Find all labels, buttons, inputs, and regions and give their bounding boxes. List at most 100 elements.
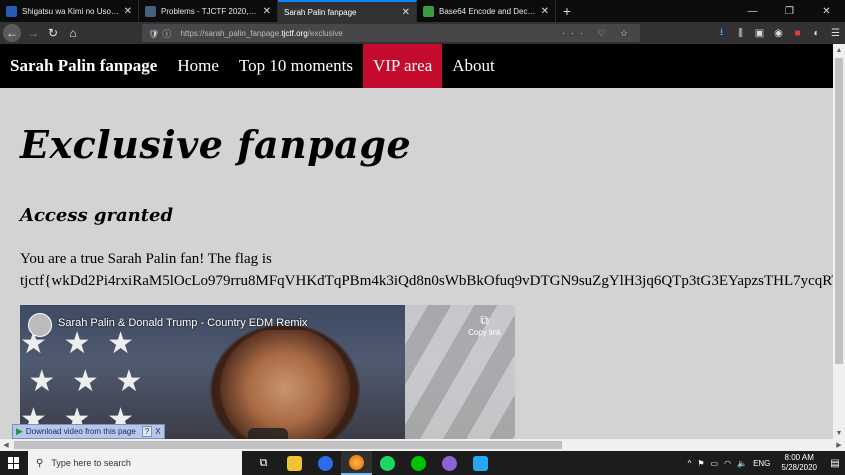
browser-tab-3[interactable]: Sarah Palin fanpage ✕ <box>278 0 417 22</box>
menu-icon[interactable]: ☰ <box>826 28 845 39</box>
extension-icon[interactable]: ■ <box>788 28 807 39</box>
new-tab-button[interactable]: + <box>556 0 578 22</box>
url-prefix: https://sarah_palin_fanpage. <box>180 28 282 38</box>
nav-about[interactable]: About <box>442 44 505 88</box>
tab-title: Sarah Palin fanpage <box>284 7 357 17</box>
signal-icon[interactable] <box>310 451 341 475</box>
tab-title: Problems - TJCTF 2020, High Sc <box>161 6 259 16</box>
home-icon[interactable]: ⌂ <box>63 23 83 43</box>
nav-home[interactable]: Home <box>167 44 229 88</box>
download-icon[interactable]: ⭳ <box>712 25 731 42</box>
system-tray: ^ ⚑ ▭ ◠ 🔈 ENG 8:00 AM 5/28/2020 ▤ <box>685 453 845 473</box>
sidebar-icon[interactable]: ▣ <box>750 28 769 39</box>
tab-title: Base64 Encode and Decode - O <box>439 6 537 16</box>
scroll-left-icon[interactable]: ◀ <box>0 439 12 451</box>
play-arrow-icon: ▶ <box>16 426 23 436</box>
close-icon[interactable]: ✕ <box>402 7 410 18</box>
flag-text: tjctf{wkDd2Pi4rxiRaM5lOcLo979rru8MFqVHKd… <box>20 273 833 289</box>
play-button[interactable] <box>248 428 288 439</box>
messenger-icon[interactable] <box>434 451 465 475</box>
browser-toolbar: ← → ↻ ⌂ 🛡ⓘ https://sarah_palin_fanpage. t… <box>0 22 845 44</box>
wifi-icon[interactable]: ◠ <box>724 459 731 468</box>
spotify-icon[interactable] <box>372 451 403 475</box>
access-heading: Access granted <box>20 205 174 226</box>
page-title: Exclusive fanpage <box>20 122 412 167</box>
close-icon[interactable]: ✕ <box>263 6 271 17</box>
message-line-1: You are a true Sarah Palin fan! The flag… <box>20 251 272 267</box>
video-background-stars: ★ ★ ★ ★ ★ ★ ★ ★ ★ <box>20 327 143 436</box>
line-icon[interactable] <box>403 451 434 475</box>
start-button[interactable] <box>0 451 28 475</box>
minimize-icon[interactable]: — <box>734 0 771 22</box>
channel-avatar[interactable] <box>28 313 52 337</box>
site-brand-link[interactable]: Sarah Palin fanpage <box>0 44 167 88</box>
url-path: /exclusive <box>307 28 343 38</box>
account-icon[interactable]: ◉ <box>769 28 788 39</box>
windows-logo-icon <box>8 457 20 469</box>
site-security-icon[interactable]: 🛡ⓘ <box>148 27 174 40</box>
nav-top-10[interactable]: Top 10 moments <box>229 44 363 88</box>
taskbar-search[interactable]: ⚲ Type here to search <box>28 451 242 475</box>
language-indicator[interactable]: ENG <box>753 459 770 468</box>
location-icon[interactable]: ⚑ <box>697 459 704 468</box>
clock[interactable]: 8:00 AM 5/28/2020 <box>781 453 817 473</box>
site-favicon-icon <box>423 5 434 17</box>
file-explorer-icon[interactable] <box>279 451 310 475</box>
browser-tab-4[interactable]: Base64 Encode and Decode - O ✕ <box>417 0 556 22</box>
site-favicon-icon <box>145 5 156 17</box>
download-video-bar[interactable]: ▶ Download video from this page ? X <box>12 424 165 439</box>
embedded-video[interactable]: ★ ★ ★ ★ ★ ★ ★ ★ ★ Sarah Palin & Donald Tr… <box>20 305 515 439</box>
video-person <box>210 330 360 439</box>
video-title[interactable]: Sarah Palin & Donald Trump - Country EDM… <box>58 317 307 329</box>
copy-link-label: Copy link <box>468 328 501 337</box>
browser-tab-1[interactable]: Shigatsu wa Kimi no Uso (Your ✕ <box>0 0 139 22</box>
show-hidden-icons-icon[interactable]: ^ <box>688 459 692 468</box>
battery-icon[interactable]: ▭ <box>711 459 719 468</box>
back-icon[interactable]: ← <box>3 24 21 42</box>
taskbar-apps: ⧉ <box>248 451 496 475</box>
nav-vip-area[interactable]: VIP area <box>362 44 443 88</box>
library-icon[interactable]: ⫼ <box>731 28 750 39</box>
horizontal-scroll-thumb[interactable] <box>14 441 562 449</box>
scroll-up-icon[interactable]: ▲ <box>833 44 845 56</box>
clock-date: 5/28/2020 <box>781 463 817 472</box>
page-content: Exclusive fanpage Access granted You are… <box>0 88 833 439</box>
extension-2-icon[interactable]: ◐ <box>807 28 826 39</box>
search-icon: ⚲ <box>36 457 44 469</box>
copy-icon: ⧉ <box>480 313 489 327</box>
browser-tab-2[interactable]: Problems - TJCTF 2020, High Sc ✕ <box>139 0 278 22</box>
site-favicon-icon <box>6 5 17 17</box>
volume-icon[interactable]: 🔈 <box>737 459 747 468</box>
tab-title: Shigatsu wa Kimi no Uso (Your <box>22 6 120 16</box>
close-download-bar-button[interactable]: X <box>155 427 160 436</box>
download-video-label[interactable]: Download video from this page <box>26 427 136 436</box>
vscode-icon[interactable] <box>465 451 496 475</box>
clock-time: 8:00 AM <box>784 453 814 462</box>
forward-icon[interactable]: → <box>23 23 43 43</box>
horizontal-scrollbar[interactable]: ◀ ▶ <box>0 439 845 451</box>
vertical-scroll-thumb[interactable] <box>835 58 843 364</box>
firefox-icon[interactable] <box>341 451 372 475</box>
close-window-icon[interactable]: ✕ <box>808 0 845 22</box>
page-actions-icon[interactable]: ··· ♡ ☆ <box>562 28 634 39</box>
scroll-right-icon[interactable]: ▶ <box>833 439 845 451</box>
notifications-icon[interactable]: ▤ <box>825 458 845 469</box>
window-controls: — ❐ ✕ <box>734 0 845 22</box>
scroll-down-icon[interactable]: ▼ <box>833 427 845 439</box>
url-host: tjctf.org <box>281 28 308 38</box>
help-button[interactable]: ? <box>141 426 153 437</box>
restore-icon[interactable]: ❐ <box>771 0 808 22</box>
site-navbar: Sarah Palin fanpage Home Top 10 moments … <box>0 44 833 88</box>
reload-icon[interactable]: ↻ <box>43 23 63 43</box>
toolbar-icons: ⭳ ⫼ ▣ ◉ ■ ◐ ☰ <box>712 22 845 44</box>
url-bar[interactable]: 🛡ⓘ https://sarah_palin_fanpage. tjctf.org… <box>142 24 640 42</box>
search-placeholder: Type here to search <box>51 458 131 468</box>
task-view-icon[interactable]: ⧉ <box>248 451 279 475</box>
browser-tab-strip: Shigatsu wa Kimi no Uso (Your ✕ Problems… <box>0 0 845 22</box>
close-icon[interactable]: ✕ <box>541 6 549 17</box>
windows-taskbar: ⚲ Type here to search ⧉ ^ ⚑ ▭ ◠ 🔈 ENG 8:… <box>0 451 845 475</box>
vertical-scrollbar[interactable]: ▲ ▼ <box>833 44 845 439</box>
copy-link-button[interactable]: ⧉ Copy link <box>468 313 501 337</box>
screen: { "browser": { "tabs": [ {"title": "Shig… <box>0 0 845 475</box>
close-icon[interactable]: ✕ <box>124 6 132 17</box>
